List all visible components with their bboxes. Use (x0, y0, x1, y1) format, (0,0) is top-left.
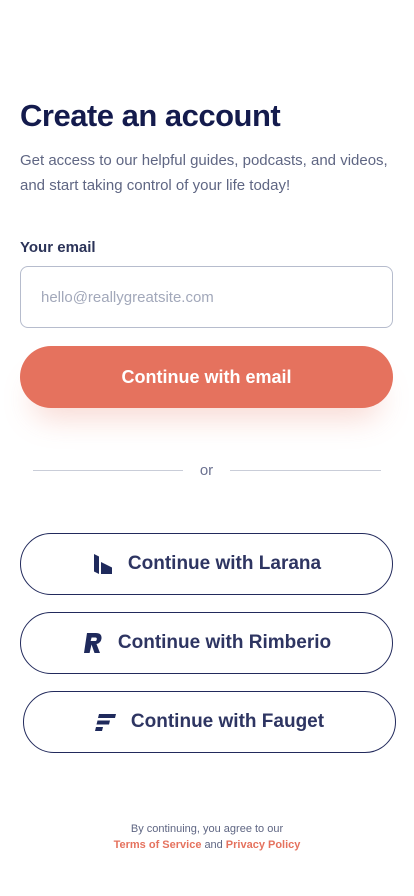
signup-screen: Create an account Get access to our help… (0, 0, 414, 896)
larana-logo-icon (92, 553, 114, 575)
rimberio-logo-icon (82, 632, 104, 654)
rimberio-button-label: Continue with Rimberio (117, 632, 332, 653)
email-field[interactable] (20, 266, 393, 328)
fauget-button-label: Continue with Fauget (130, 711, 325, 732)
continue-with-email-button[interactable]: Continue with email (20, 346, 393, 408)
larana-button-label: Continue with Larana (127, 553, 322, 574)
continue-with-larana-button[interactable]: Continue with Larana (20, 533, 393, 595)
legal-prefix-text: By continuing, you agree to our (130, 823, 284, 835)
divider-or-text: or (199, 462, 214, 479)
legal-links: Terms of Service and Privacy Policy (0, 837, 414, 853)
divider-line-right (230, 470, 381, 471)
legal-notice: By continuing, you agree to our Terms of… (0, 821, 414, 853)
terms-of-service-link[interactable]: Terms of Service (114, 839, 202, 851)
legal-and-text: and (204, 839, 223, 851)
email-label: Your email (20, 239, 96, 256)
page-subtitle: Get access to our helpful guides, podcas… (20, 152, 388, 194)
privacy-policy-link[interactable]: Privacy Policy (226, 839, 301, 851)
continue-with-rimberio-button[interactable]: Continue with Rimberio (20, 612, 393, 674)
continue-with-fauget-button[interactable]: Continue with Fauget (23, 691, 396, 753)
divider-line-left (33, 470, 183, 471)
page-title: Create an account (20, 98, 281, 133)
fauget-logo-icon (94, 711, 117, 733)
